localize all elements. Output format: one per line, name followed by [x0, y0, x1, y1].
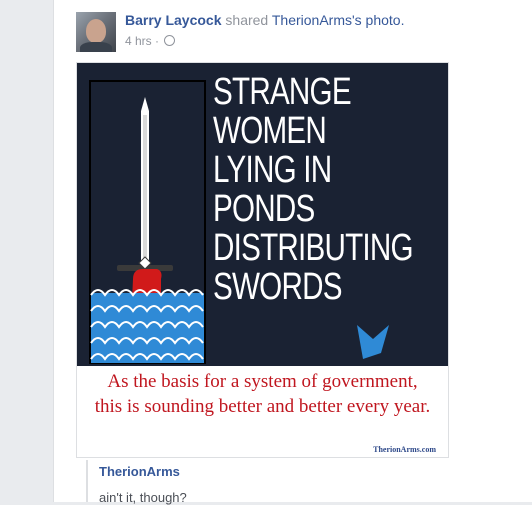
- original-poster-link[interactable]: TherionArms: [99, 464, 180, 479]
- quote-divider: [86, 460, 88, 502]
- globe-icon[interactable]: [164, 35, 176, 46]
- share-verb: shared: [221, 12, 272, 28]
- headline-text: STRANGE WOMEN LYING IN PONDS DISTRIBUTIN…: [213, 71, 414, 308]
- avatar-shirt: [80, 42, 112, 52]
- source-link[interactable]: TherionArms's photo.: [272, 12, 405, 28]
- post-meta: 4 hrs ·: [125, 34, 176, 48]
- watermark: TherionArms.com: [373, 445, 436, 454]
- headline-line: LYING IN: [213, 149, 332, 191]
- headline-line: PONDS: [213, 188, 315, 230]
- photo-caption: As the basis for a system of government,…: [77, 369, 448, 419]
- shared-photo[interactable]: STRANGE WOMEN LYING IN PONDS DISTRIBUTIN…: [76, 62, 449, 458]
- splash-shape: [357, 325, 389, 359]
- photo-artwork: STRANGE WOMEN LYING IN PONDS DISTRIBUTIN…: [77, 63, 448, 366]
- caption-line: As the basis for a system of government,: [107, 371, 418, 392]
- avatar-face: [86, 19, 106, 43]
- avatar[interactable]: [76, 12, 116, 52]
- author-link[interactable]: Barry Laycock: [125, 12, 222, 28]
- post-card: Barry Laycock shared TherionArms's photo…: [53, 0, 532, 505]
- left-rail: [0, 0, 53, 502]
- original-post-text: ain't it, though?: [99, 490, 187, 505]
- sword-fuller: [143, 115, 147, 259]
- caption-line: this is sounding better and better every…: [94, 396, 431, 417]
- headline-line: WOMEN: [213, 110, 327, 152]
- headline-line: STRANGE: [213, 71, 352, 113]
- headline-line: DISTRIBUTING: [213, 227, 414, 269]
- post-header: Barry Laycock shared TherionArms's photo…: [125, 12, 404, 28]
- headline-line: SWORDS: [213, 266, 342, 308]
- timestamp[interactable]: 4 hrs ·: [125, 34, 162, 48]
